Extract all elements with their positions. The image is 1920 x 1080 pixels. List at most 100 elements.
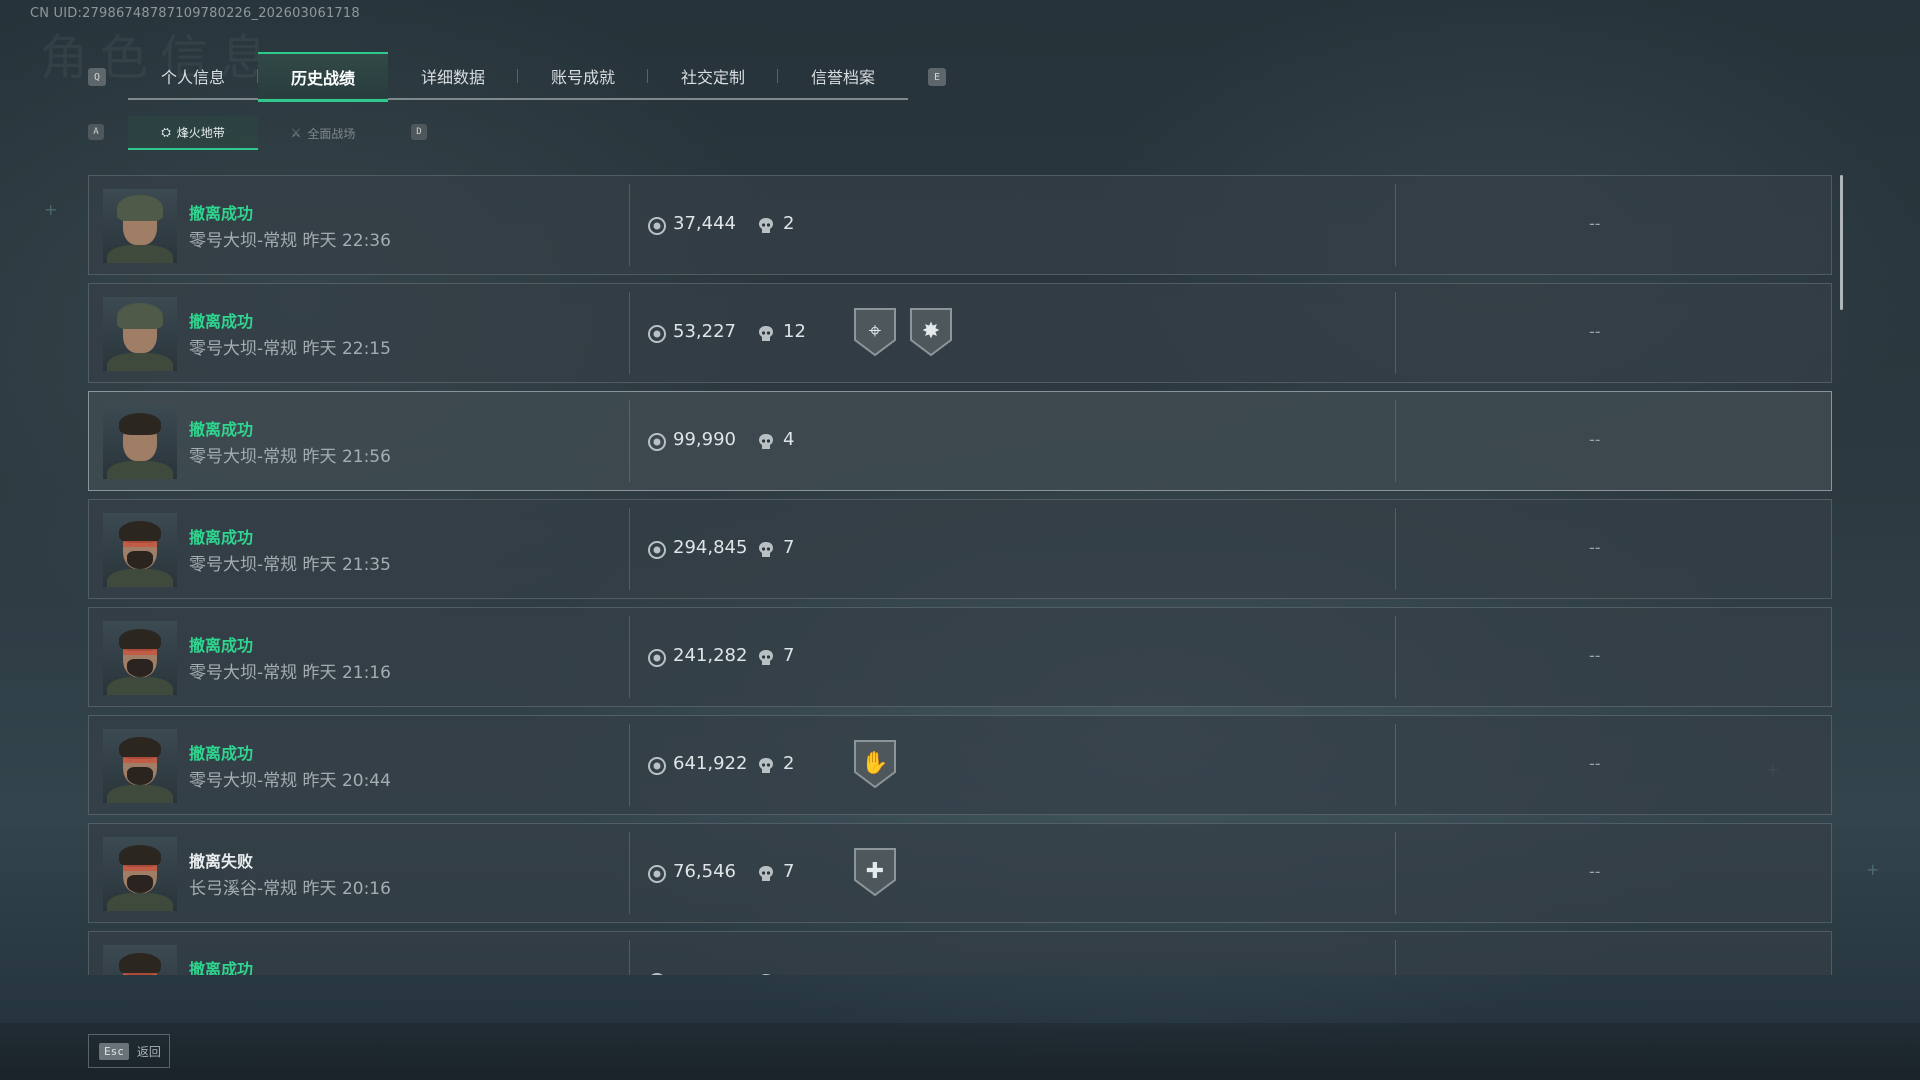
- column-divider: [1395, 184, 1396, 266]
- operator-avatar: [103, 189, 177, 263]
- avatar-body: [107, 353, 173, 371]
- svg-text:✸: ✸: [922, 319, 940, 344]
- kill-count: 7: [783, 537, 795, 558]
- battlefield-icon: ⚔: [290, 126, 302, 140]
- extract-status: 撤离成功: [189, 528, 254, 547]
- kill-count: 4: [783, 429, 795, 450]
- map-mode: 零号大坝-常规: [189, 339, 298, 359]
- kill-count: 2: [783, 753, 795, 774]
- match-time: 昨天 20:44: [302, 771, 391, 791]
- extracted-value: 241,282: [673, 645, 748, 666]
- tab-match-history[interactable]: 历史战绩: [258, 52, 388, 102]
- tab-battlefield[interactable]: ⚔ 全面战场: [258, 116, 388, 150]
- avatar-body: [107, 677, 173, 695]
- tab-label: 详细数据: [420, 68, 485, 87]
- match-history-list[interactable]: 撤离成功 零号大坝-常规 昨天 22:36 37,444 2 -- 撤离成功 零号大坝-常规…: [88, 175, 1832, 975]
- operator-avatar: [103, 837, 177, 911]
- avatar-beard: [127, 551, 153, 569]
- avatar-helmet: [117, 195, 163, 221]
- match-row[interactable]: 撤离失败 长弓溪谷-常规 昨天 20:16 76,546 7 ✚ --: [88, 823, 1832, 923]
- operator-avatar: [103, 621, 177, 695]
- tab-label: 社交定制: [680, 68, 745, 87]
- operator-avatar: [103, 513, 177, 587]
- tab-detailed-stats[interactable]: 详细数据: [388, 52, 518, 100]
- map-mode: 零号大坝-常规: [189, 555, 298, 575]
- operator-avatar: [103, 729, 177, 803]
- esc-key-hint: Esc: [99, 1042, 129, 1060]
- kill-skull-icon: [759, 650, 773, 665]
- extra-info: --: [1589, 322, 1601, 341]
- avatar-glasses: [123, 541, 157, 547]
- kill-skull-icon: [759, 542, 773, 557]
- match-row[interactable]: 撤离成功: [88, 931, 1832, 975]
- operator-avatar: [103, 297, 177, 371]
- extra-info: --: [1589, 214, 1601, 233]
- extracted-value: 76,546: [673, 861, 736, 882]
- avatar-hair: [119, 737, 161, 759]
- match-row[interactable]: 撤离成功 零号大坝-常规 昨天 20:44 641,922 2 ✋ --: [88, 715, 1832, 815]
- kill-count: 12: [783, 321, 806, 342]
- match-row[interactable]: 撤离成功 零号大坝-常规 昨天 22:36 37,444 2 --: [88, 175, 1832, 275]
- value-coin-icon: [648, 433, 666, 451]
- match-meta: 零号大坝-常规 昨天 22:15: [189, 334, 391, 359]
- match-row[interactable]: 撤离成功 零号大坝-常规 昨天 21:16 241,282 7 --: [88, 607, 1832, 707]
- match-row[interactable]: 撤离成功 零号大坝-常规 昨天 22:15 53,227 12 ⌖ ✸ --: [88, 283, 1832, 383]
- tab-fire-zone[interactable]: ⛭ 烽火地带: [128, 116, 258, 150]
- column-divider: [629, 616, 630, 698]
- svg-text:✋: ✋: [861, 750, 888, 776]
- match-meta: 长弓溪谷-常规 昨天 20:16: [189, 874, 391, 899]
- tab-label: 历史战绩: [290, 69, 355, 88]
- extract-status: 撤离成功: [189, 960, 254, 975]
- match-time: 昨天 22:15: [302, 339, 391, 359]
- back-button[interactable]: Esc 返回: [88, 1034, 170, 1068]
- avatar-hair: [119, 629, 161, 651]
- tab-credit-record[interactable]: 信誉档案: [778, 52, 908, 100]
- column-divider: [629, 508, 630, 590]
- value-coin-icon: [648, 865, 666, 883]
- value-coin-icon: [648, 217, 666, 235]
- map-mode: 零号大坝-常规: [189, 447, 298, 467]
- column-divider: [1395, 832, 1396, 914]
- match-meta: 零号大坝-常规 昨天 21:56: [189, 442, 391, 467]
- handshake-badge-icon[interactable]: ✋: [852, 738, 898, 790]
- extra-info: --: [1589, 646, 1601, 665]
- column-divider: [629, 292, 630, 374]
- match-time: 昨天 22:36: [302, 231, 391, 251]
- kill-count: 7: [783, 861, 795, 882]
- tab-achievements[interactable]: 账号成就: [518, 52, 648, 100]
- tab-label: 个人信息: [160, 68, 225, 87]
- extra-info: --: [1589, 538, 1601, 557]
- main-tab-bar: 个人信息 历史战绩 详细数据 账号成就 社交定制 信誉档案: [128, 52, 908, 102]
- rescue-badge-icon[interactable]: ✚: [852, 846, 898, 898]
- match-row[interactable]: 撤离成功 零号大坝-常规 昨天 21:56 99,990 4 --: [88, 391, 1832, 491]
- value-coin-icon: [648, 541, 666, 559]
- crosshair-decor-icon: +: [44, 200, 58, 219]
- match-time: 昨天 21:56: [302, 447, 391, 467]
- extracted-value: 53,227: [673, 321, 736, 342]
- match-row[interactable]: 撤离成功 零号大坝-常规 昨天 21:35 294,845 7 --: [88, 499, 1832, 599]
- match-meta: 零号大坝-常规 昨天 22:36: [189, 226, 391, 251]
- avatar-hair: [119, 521, 161, 543]
- extra-info: --: [1589, 430, 1601, 449]
- extract-status: 撤离成功: [189, 636, 254, 655]
- avatar-glasses: [123, 757, 157, 763]
- key-hint-q: Q: [88, 68, 106, 86]
- crosshair-decor-icon: +: [1866, 860, 1880, 879]
- avatar-beard: [127, 767, 153, 785]
- list-scrollbar[interactable]: [1840, 175, 1843, 310]
- avatar-glasses: [123, 649, 157, 655]
- match-meta: 零号大坝-常规 昨天 21:16: [189, 658, 391, 683]
- column-divider: [1395, 616, 1396, 698]
- extract-status: 撤离失败: [189, 852, 254, 871]
- map-mode: 零号大坝-常规: [189, 663, 298, 683]
- tab-personal-info[interactable]: 个人信息: [128, 52, 258, 100]
- column-divider: [629, 400, 630, 482]
- tab-social-custom[interactable]: 社交定制: [648, 52, 778, 100]
- value-coin-icon: [648, 325, 666, 343]
- value-coin-icon: [648, 649, 666, 667]
- tab-label: 信誉档案: [810, 68, 875, 87]
- crosshair-badge-icon[interactable]: ⌖: [852, 306, 898, 358]
- tab-label: 账号成就: [550, 68, 615, 87]
- kill-skull-icon: [761, 974, 771, 975]
- explosion-badge-icon[interactable]: ✸: [908, 306, 954, 358]
